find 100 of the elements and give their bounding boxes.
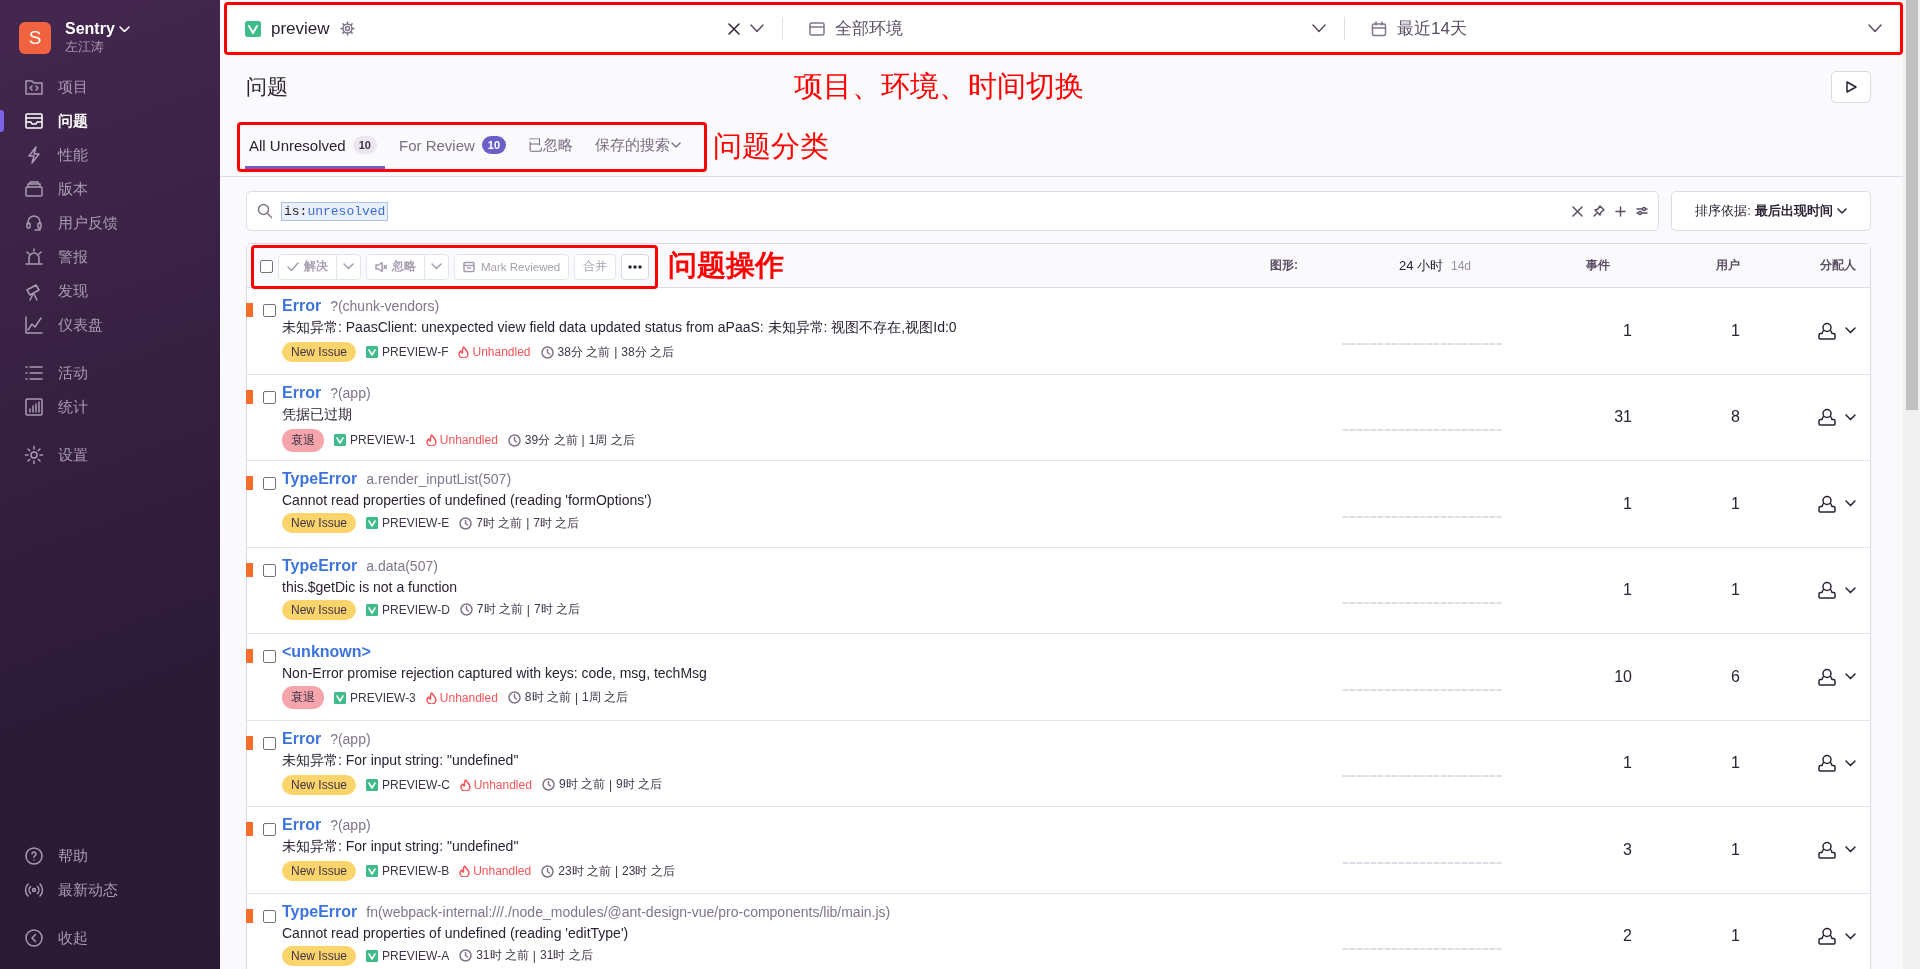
column-header: 图形: [1270, 257, 1299, 274]
separator: | [526, 516, 530, 530]
user-count: 1 [1730, 754, 1740, 773]
event-count: 31 [1613, 408, 1632, 427]
status-tag: 衰退 [282, 686, 324, 709]
issue-title-link[interactable]: TypeError [282, 470, 358, 488]
unhandled-label: Unhandled [473, 777, 532, 792]
issue-culprit: ?(app) [330, 384, 371, 401]
org-logo[interactable]: S [19, 22, 51, 54]
column-header: 分配人 [1819, 257, 1857, 274]
first-seen: 38分 之前 [557, 343, 611, 361]
separator: | [614, 345, 618, 359]
tab[interactable]: 保存的搜索 [591, 124, 690, 169]
org-name[interactable]: Sentry [65, 20, 115, 38]
period-toggle[interactable]: 24 小时 [1398, 256, 1443, 275]
event-count: 3 [1622, 840, 1632, 859]
status-tag: New Issue [282, 774, 357, 795]
separator: | [608, 777, 613, 792]
separator: | [614, 864, 619, 878]
user-count: 6 [1730, 667, 1740, 686]
user-name: 左江涛 [65, 38, 105, 56]
issue-message: 凭据已过期 [282, 405, 353, 424]
sort-dropdown[interactable]: 排序依据: 最后出现时间 [1671, 191, 1871, 231]
tab[interactable]: For Review 10 [394, 124, 515, 169]
event-count: 10 [1613, 667, 1632, 686]
annotation-label: 问题分类 [713, 128, 830, 164]
period-toggle[interactable]: 14d [1451, 256, 1472, 275]
user-count: 1 [1730, 494, 1740, 513]
issue-title-link[interactable]: TypeError [282, 902, 358, 921]
tab[interactable]: 已忽略 [524, 124, 582, 169]
short-id[interactable]: PREVIEW-C [382, 777, 450, 792]
short-id[interactable]: PREVIEW-E [382, 516, 450, 530]
nav-item[interactable]: 项目 [0, 70, 220, 104]
nav-item[interactable]: 问题 [0, 104, 220, 138]
nav-item[interactable]: 活动 [0, 356, 220, 390]
issue-message: Cannot read properties of undefined (reading 'formOptions') [282, 492, 653, 508]
issue-title-link[interactable]: Error [282, 729, 322, 748]
nav-item[interactable]: 用户反馈 [0, 206, 220, 240]
first-seen: 39分 之前 [524, 431, 578, 449]
tab[interactable]: All Unresolved 10 [245, 124, 385, 169]
short-id[interactable]: PREVIEW-F [382, 345, 449, 359]
issue-title-link[interactable]: Error [282, 816, 322, 834]
user-count: 1 [1730, 840, 1740, 859]
nav-item[interactable]: 统计 [0, 390, 220, 424]
first-seen: 9时 之前 [558, 776, 605, 793]
nav-item[interactable]: 最新动态 [0, 873, 220, 907]
nav-item[interactable]: 版本 [0, 172, 220, 206]
issue-culprit: ?(chunk-vendors) [330, 298, 440, 314]
issue-culprit: a.data(507) [366, 557, 438, 574]
issue-culprit: ?(app) [330, 817, 371, 833]
user-count: 8 [1730, 408, 1740, 427]
last-seen: 38分 之后 [621, 343, 675, 361]
user-count: 1 [1730, 581, 1740, 600]
issue-title-link[interactable]: <unknown> [282, 643, 371, 661]
annotation-label: 项目、环境、时间切换 [794, 69, 1084, 104]
unhandled-label: Unhandled [439, 433, 498, 447]
status-tag: 衰退 [282, 428, 324, 452]
status-tag: New Issue [282, 945, 357, 966]
search-field[interactable]: is:unresolved [246, 191, 1659, 231]
issue-title-link[interactable]: Error [282, 297, 322, 315]
last-seen: 7时 之后 [533, 601, 580, 618]
search-token[interactable]: is:unresolved [281, 201, 389, 221]
separator: | [574, 690, 578, 705]
status-tag: New Issue [282, 342, 357, 362]
separator: | [526, 602, 530, 617]
nav-item[interactable]: 收起 [0, 921, 220, 955]
nav-item[interactable]: 帮助 [0, 839, 220, 873]
short-id[interactable]: PREVIEW-1 [350, 433, 416, 447]
status-tag: New Issue [282, 599, 357, 620]
event-count: 1 [1622, 494, 1632, 513]
event-count: 2 [1622, 927, 1632, 946]
unhandled-label: Unhandled [439, 690, 498, 705]
last-seen: 9时 之后 [616, 776, 663, 793]
event-count: 1 [1622, 754, 1632, 773]
first-seen: 23时 之前 [558, 862, 611, 880]
nav-item[interactable]: 设置 [0, 438, 220, 472]
project-selector[interactable]: preview [227, 5, 782, 52]
environment-selector[interactable]: 全部环境 [782, 17, 1344, 40]
separator: | [532, 948, 536, 963]
nav-item[interactable]: 性能 [0, 138, 220, 172]
status-tag: New Issue [282, 513, 357, 533]
issue-message: this.$getDic is not a function [282, 578, 459, 595]
issue-title-link[interactable]: TypeError [282, 556, 358, 575]
nav-item[interactable]: 仪表盘 [0, 308, 220, 342]
column-header: 用户 [1715, 257, 1740, 274]
issue-message: 未知异常: PaasClient: unexpected view field data updated status from aPaaS: 未知异常: 视图不存在,视图Id:0 [282, 319, 958, 337]
nav-item[interactable]: 警报 [0, 240, 220, 274]
short-id[interactable]: PREVIEW-B [382, 864, 450, 878]
short-id[interactable]: PREVIEW-3 [350, 690, 416, 705]
issue-message: 未知异常: For input string: "undefined" [282, 838, 520, 856]
short-id[interactable]: PREVIEW-D [382, 602, 450, 617]
issue-culprit: fn(webpack-internal:///./node_modules/@ant-design-vue/pro-components/lib/main.js) [366, 903, 891, 920]
issue-message: Non-Error promise rejection captured with keys: code, msg, techMsg [282, 665, 708, 681]
nav-item[interactable]: 发现 [0, 274, 220, 308]
last-seen: 31时 之后 [539, 947, 593, 964]
short-id[interactable]: PREVIEW-A [382, 948, 450, 963]
user-count: 1 [1730, 321, 1740, 340]
date-range-selector[interactable]: 最近14天 [1344, 17, 1900, 40]
first-seen: 31时 之前 [476, 947, 529, 964]
issue-title-link[interactable]: Error [282, 383, 322, 402]
